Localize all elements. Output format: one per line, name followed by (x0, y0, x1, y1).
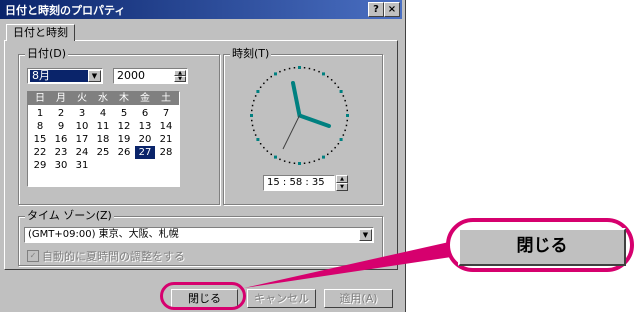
callout-close-button[interactable]: 閉じる (458, 228, 626, 266)
tab-date-time[interactable]: 日付と時刻 (6, 24, 75, 41)
